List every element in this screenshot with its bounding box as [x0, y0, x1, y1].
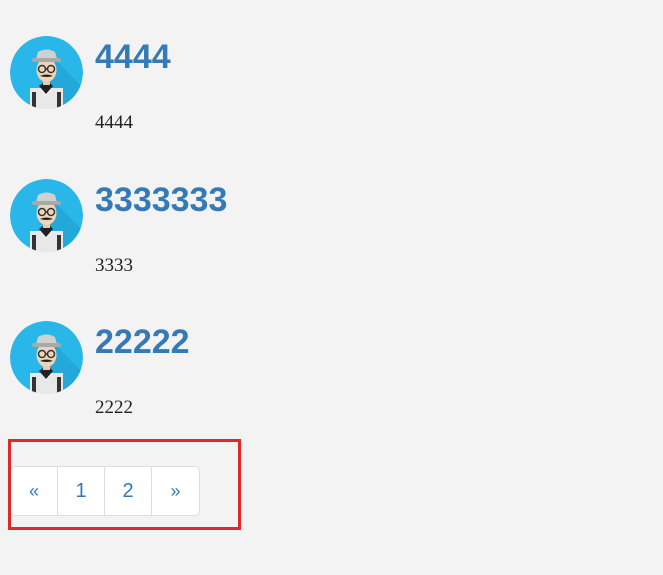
avatar-icon	[10, 179, 83, 252]
post-body: 3333	[95, 255, 133, 276]
post-title[interactable]: 3333333	[95, 178, 227, 222]
page: 4444 4444 3333333 3333 22222 2222 « 1 2 …	[0, 0, 663, 575]
page-1-button[interactable]: 1	[58, 467, 105, 515]
pagination: « 1 2 »	[10, 466, 200, 516]
post-title[interactable]: 4444	[95, 35, 171, 79]
next-page-button[interactable]: »	[152, 467, 199, 515]
post-item: 22222 2222	[10, 321, 630, 441]
post-item: 4444 4444	[10, 36, 630, 156]
post-title[interactable]: 22222	[95, 320, 190, 364]
avatar-icon	[10, 36, 83, 109]
page-2-button[interactable]: 2	[105, 467, 152, 515]
post-item: 3333333 3333	[10, 179, 630, 299]
post-body: 4444	[95, 112, 133, 133]
post-body: 2222	[95, 397, 133, 418]
prev-page-button[interactable]: «	[11, 467, 58, 515]
avatar-icon	[10, 321, 83, 394]
